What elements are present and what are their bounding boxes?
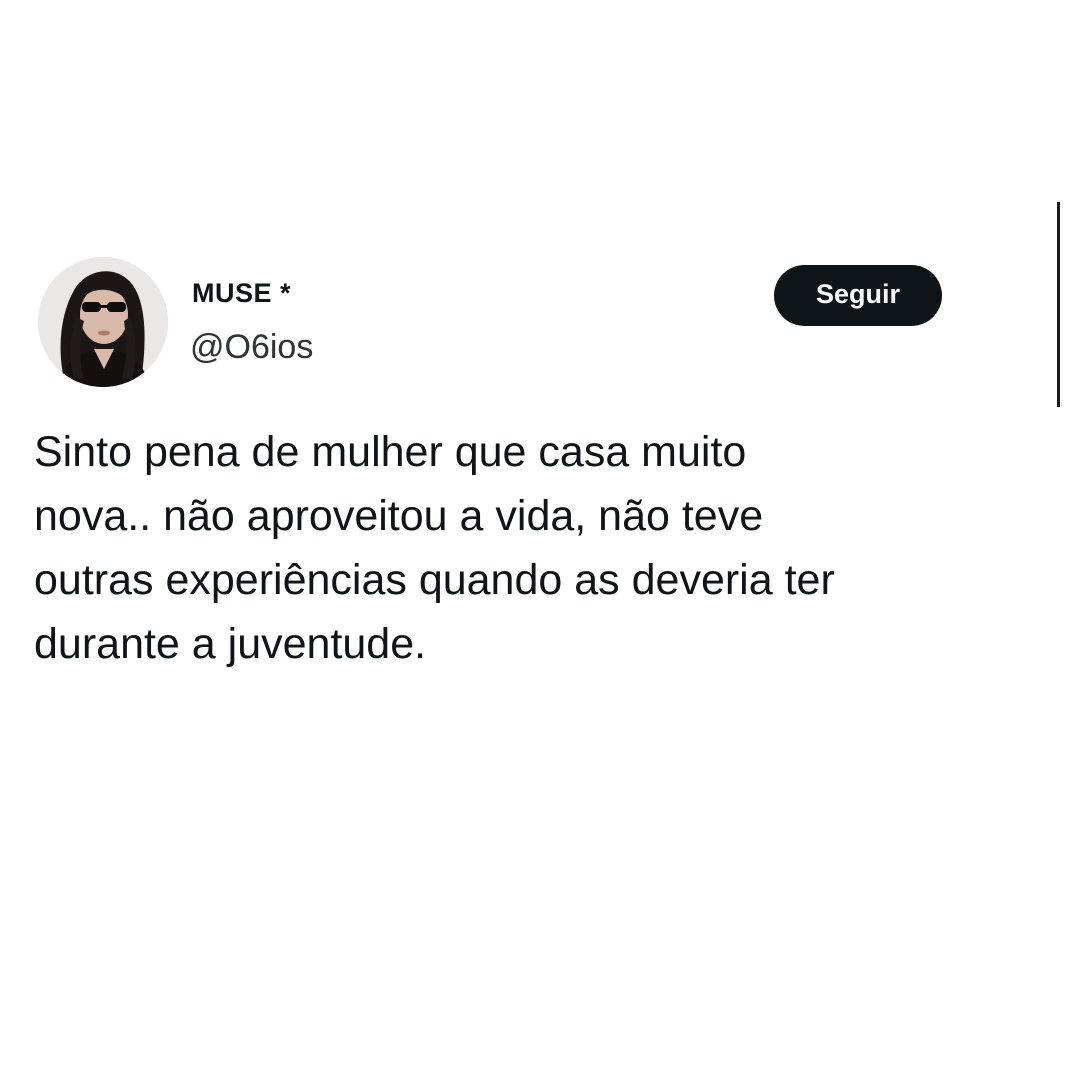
display-name[interactable]: MUSE * (192, 278, 291, 309)
tweet-text: Sinto pena de mulher que casa muito nova… (34, 428, 835, 668)
avatar-photo (38, 257, 168, 387)
tweet-card: MUSE * @O6ios Seguir Sinto pena de mulhe… (0, 0, 1070, 1070)
scrollbar[interactable] (1057, 202, 1060, 407)
avatar[interactable] (38, 257, 168, 387)
user-handle[interactable]: @O6ios (190, 328, 313, 367)
follow-button[interactable]: Seguir (774, 265, 942, 326)
